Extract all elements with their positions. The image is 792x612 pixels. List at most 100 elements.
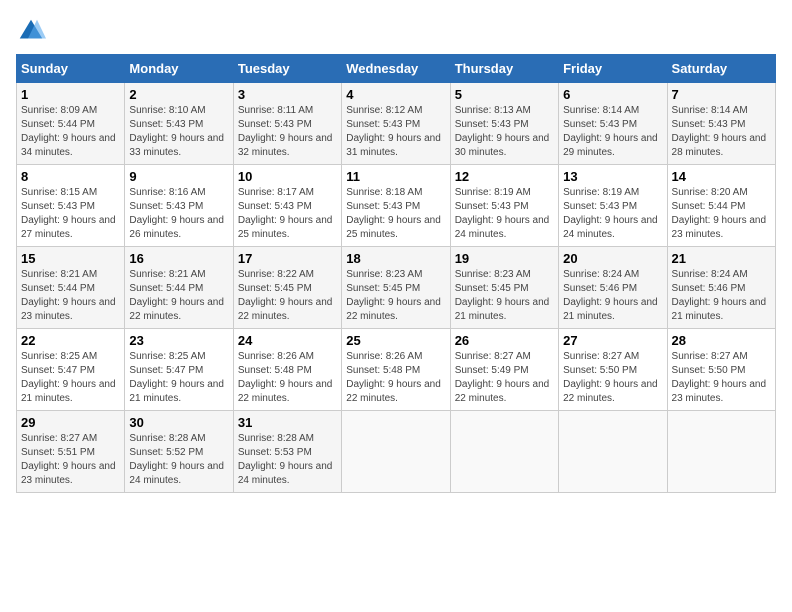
calendar-table: SundayMondayTuesdayWednesdayThursdayFrid… bbox=[16, 54, 776, 493]
calendar-cell: 8 Sunrise: 8:15 AMSunset: 5:43 PMDaylight… bbox=[17, 165, 125, 247]
calendar-cell: 7 Sunrise: 8:14 AMSunset: 5:43 PMDaylight… bbox=[667, 83, 775, 165]
day-info: Sunrise: 8:11 AMSunset: 5:43 PMDaylight:… bbox=[238, 104, 337, 160]
day-info: Sunrise: 8:20 AMSunset: 5:44 PMDaylight:… bbox=[672, 186, 771, 242]
day-info: Sunrise: 8:23 AMSunset: 5:45 PMDaylight:… bbox=[455, 268, 554, 324]
day-number: 18 bbox=[346, 251, 445, 266]
calendar-cell bbox=[342, 411, 450, 493]
calendar-cell: 12 Sunrise: 8:19 AMSunset: 5:43 PMDayligh… bbox=[450, 165, 558, 247]
day-number: 23 bbox=[129, 333, 228, 348]
day-number: 22 bbox=[21, 333, 120, 348]
day-info: Sunrise: 8:26 AMSunset: 5:48 PMDaylight:… bbox=[346, 350, 445, 406]
calendar-week-row: 8 Sunrise: 8:15 AMSunset: 5:43 PMDaylight… bbox=[17, 165, 776, 247]
calendar-cell: 28Sunrise: 8:27 AMSunset: 5:50 PMDayligh… bbox=[667, 329, 775, 411]
day-info: Sunrise: 8:27 AMSunset: 5:51 PMDaylight:… bbox=[21, 432, 120, 488]
day-number: 9 bbox=[129, 169, 228, 184]
calendar-cell: 10 Sunrise: 8:17 AMSunset: 5:43 PMDayligh… bbox=[233, 165, 341, 247]
calendar-cell: 5 Sunrise: 8:13 AMSunset: 5:43 PMDaylight… bbox=[450, 83, 558, 165]
calendar-cell: 6 Sunrise: 8:14 AMSunset: 5:43 PMDaylight… bbox=[559, 83, 667, 165]
day-info: Sunrise: 8:10 AMSunset: 5:43 PMDaylight:… bbox=[129, 104, 228, 160]
weekday-header: Thursday bbox=[450, 55, 558, 83]
logo-icon bbox=[16, 16, 46, 46]
day-info: Sunrise: 8:16 AMSunset: 5:43 PMDaylight:… bbox=[129, 186, 228, 242]
day-info: Sunrise: 8:19 AMSunset: 5:43 PMDaylight:… bbox=[455, 186, 554, 242]
day-info: Sunrise: 8:24 AMSunset: 5:46 PMDaylight:… bbox=[563, 268, 662, 324]
calendar-cell: 27 Sunrise: 8:27 AMSunset: 5:50 PMDayligh… bbox=[559, 329, 667, 411]
day-number: 8 bbox=[21, 169, 120, 184]
day-number: 15 bbox=[21, 251, 120, 266]
calendar-cell: 13 Sunrise: 8:19 AMSunset: 5:43 PMDayligh… bbox=[559, 165, 667, 247]
day-info: Sunrise: 8:15 AMSunset: 5:43 PMDaylight:… bbox=[21, 186, 120, 242]
day-number: 14 bbox=[672, 169, 771, 184]
calendar-cell: 24 Sunrise: 8:26 AMSunset: 5:48 PMDayligh… bbox=[233, 329, 341, 411]
calendar-cell: 22 Sunrise: 8:25 AMSunset: 5:47 PMDayligh… bbox=[17, 329, 125, 411]
day-number: 1 bbox=[21, 87, 120, 102]
day-number: 4 bbox=[346, 87, 445, 102]
calendar-cell: 2 Sunrise: 8:10 AMSunset: 5:43 PMDaylight… bbox=[125, 83, 233, 165]
day-info: Sunrise: 8:19 AMSunset: 5:43 PMDaylight:… bbox=[563, 186, 662, 242]
day-info: Sunrise: 8:14 AMSunset: 5:43 PMDaylight:… bbox=[672, 104, 771, 160]
calendar-cell: 23Sunrise: 8:25 AMSunset: 5:47 PMDayligh… bbox=[125, 329, 233, 411]
calendar-cell: 19 Sunrise: 8:23 AMSunset: 5:45 PMDayligh… bbox=[450, 247, 558, 329]
day-info: Sunrise: 8:17 AMSunset: 5:43 PMDaylight:… bbox=[238, 186, 337, 242]
day-info: Sunrise: 8:14 AMSunset: 5:43 PMDaylight:… bbox=[563, 104, 662, 160]
day-info: Sunrise: 8:27 AMSunset: 5:49 PMDaylight:… bbox=[455, 350, 554, 406]
calendar-cell: 14 Sunrise: 8:20 AMSunset: 5:44 PMDayligh… bbox=[667, 165, 775, 247]
weekday-header: Sunday bbox=[17, 55, 125, 83]
weekday-header: Monday bbox=[125, 55, 233, 83]
day-number: 29 bbox=[21, 415, 120, 430]
day-number: 27 bbox=[563, 333, 662, 348]
calendar-cell: 29 Sunrise: 8:27 AMSunset: 5:51 PMDayligh… bbox=[17, 411, 125, 493]
calendar-cell: 26 Sunrise: 8:27 AMSunset: 5:49 PMDayligh… bbox=[450, 329, 558, 411]
day-info: Sunrise: 8:27 AMSunset: 5:50 PMDaylight:… bbox=[672, 350, 771, 406]
weekday-header: Wednesday bbox=[342, 55, 450, 83]
calendar-cell: 15 Sunrise: 8:21 AMSunset: 5:44 PMDayligh… bbox=[17, 247, 125, 329]
day-number: 10 bbox=[238, 169, 337, 184]
day-number: 24 bbox=[238, 333, 337, 348]
day-number: 11 bbox=[346, 169, 445, 184]
day-info: Sunrise: 8:24 AMSunset: 5:46 PMDaylight:… bbox=[672, 268, 771, 324]
calendar-week-row: 1Sunrise: 8:09 AMSunset: 5:44 PMDaylight… bbox=[17, 83, 776, 165]
day-info: Sunrise: 8:26 AMSunset: 5:48 PMDaylight:… bbox=[238, 350, 337, 406]
day-number: 26 bbox=[455, 333, 554, 348]
day-number: 7 bbox=[672, 87, 771, 102]
day-info: Sunrise: 8:22 AMSunset: 5:45 PMDaylight:… bbox=[238, 268, 337, 324]
calendar-week-row: 22 Sunrise: 8:25 AMSunset: 5:47 PMDayligh… bbox=[17, 329, 776, 411]
day-info: Sunrise: 8:21 AMSunset: 5:44 PMDaylight:… bbox=[129, 268, 228, 324]
day-info: Sunrise: 8:18 AMSunset: 5:43 PMDaylight:… bbox=[346, 186, 445, 242]
day-info: Sunrise: 8:23 AMSunset: 5:45 PMDaylight:… bbox=[346, 268, 445, 324]
calendar-cell: 11 Sunrise: 8:18 AMSunset: 5:43 PMDayligh… bbox=[342, 165, 450, 247]
day-info: Sunrise: 8:13 AMSunset: 5:43 PMDaylight:… bbox=[455, 104, 554, 160]
day-number: 16 bbox=[129, 251, 228, 266]
calendar-cell: 4Sunrise: 8:12 AMSunset: 5:43 PMDaylight… bbox=[342, 83, 450, 165]
day-number: 30 bbox=[129, 415, 228, 430]
calendar-cell bbox=[667, 411, 775, 493]
day-number: 2 bbox=[129, 87, 228, 102]
day-info: Sunrise: 8:25 AMSunset: 5:47 PMDaylight:… bbox=[21, 350, 120, 406]
day-number: 6 bbox=[563, 87, 662, 102]
day-number: 25 bbox=[346, 333, 445, 348]
calendar-cell: 9 Sunrise: 8:16 AMSunset: 5:43 PMDaylight… bbox=[125, 165, 233, 247]
calendar-cell: 21 Sunrise: 8:24 AMSunset: 5:46 PMDayligh… bbox=[667, 247, 775, 329]
day-number: 5 bbox=[455, 87, 554, 102]
day-info: Sunrise: 8:21 AMSunset: 5:44 PMDaylight:… bbox=[21, 268, 120, 324]
calendar-cell: 16 Sunrise: 8:21 AMSunset: 5:44 PMDayligh… bbox=[125, 247, 233, 329]
calendar-cell: 31Sunrise: 8:28 AMSunset: 5:53 PMDayligh… bbox=[233, 411, 341, 493]
day-number: 31 bbox=[238, 415, 337, 430]
calendar-cell bbox=[450, 411, 558, 493]
calendar-cell bbox=[559, 411, 667, 493]
day-number: 19 bbox=[455, 251, 554, 266]
day-number: 21 bbox=[672, 251, 771, 266]
calendar-header-row: SundayMondayTuesdayWednesdayThursdayFrid… bbox=[17, 55, 776, 83]
day-info: Sunrise: 8:27 AMSunset: 5:50 PMDaylight:… bbox=[563, 350, 662, 406]
weekday-header: Saturday bbox=[667, 55, 775, 83]
day-number: 12 bbox=[455, 169, 554, 184]
calendar-week-row: 29 Sunrise: 8:27 AMSunset: 5:51 PMDayligh… bbox=[17, 411, 776, 493]
calendar-week-row: 15 Sunrise: 8:21 AMSunset: 5:44 PMDayligh… bbox=[17, 247, 776, 329]
calendar-cell: 1Sunrise: 8:09 AMSunset: 5:44 PMDaylight… bbox=[17, 83, 125, 165]
day-info: Sunrise: 8:28 AMSunset: 5:52 PMDaylight:… bbox=[129, 432, 228, 488]
day-number: 13 bbox=[563, 169, 662, 184]
calendar-cell: 20Sunrise: 8:24 AMSunset: 5:46 PMDayligh… bbox=[559, 247, 667, 329]
calendar-cell: 18 Sunrise: 8:23 AMSunset: 5:45 PMDayligh… bbox=[342, 247, 450, 329]
day-number: 3 bbox=[238, 87, 337, 102]
page-header bbox=[16, 16, 776, 46]
